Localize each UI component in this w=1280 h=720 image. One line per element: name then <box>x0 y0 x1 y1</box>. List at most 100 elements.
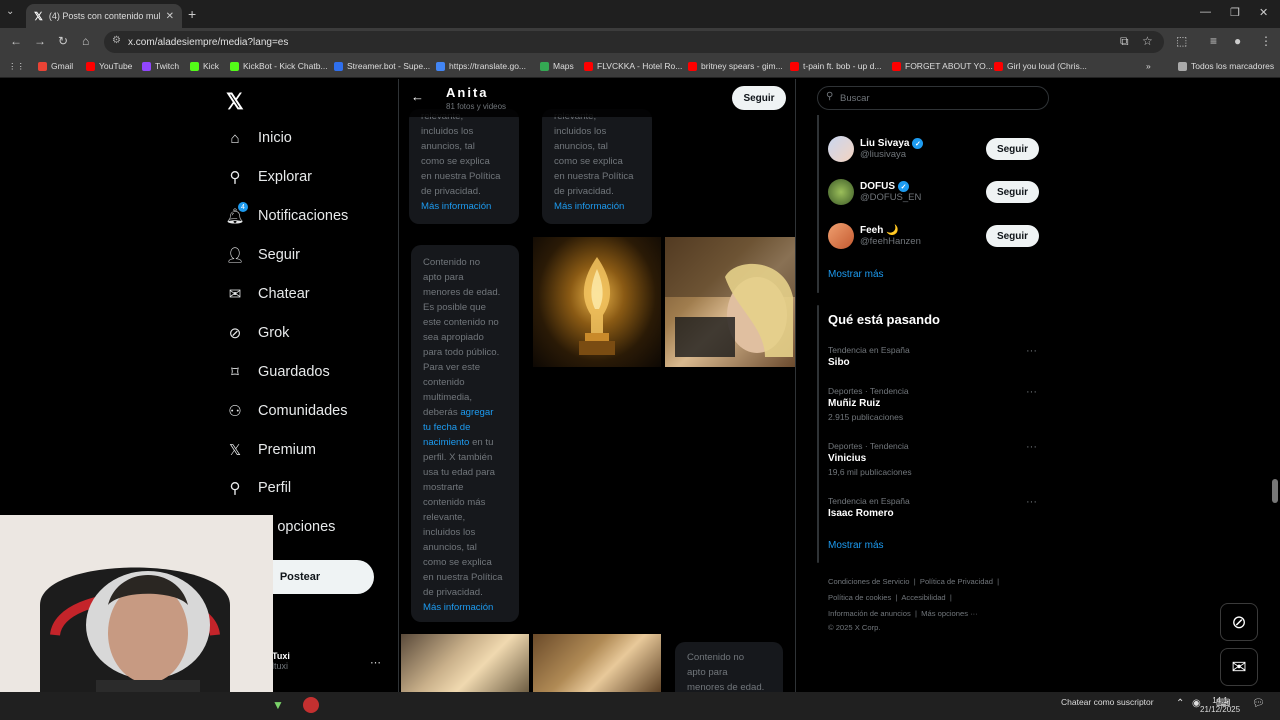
bookmark-streamerbot[interactable]: Streamer.bot - Supe... <box>334 61 430 71</box>
nav-guardados[interactable]: ⌑ Guardados <box>226 363 330 381</box>
home-browser-icon[interactable]: ⌂ <box>82 34 89 48</box>
more-info-link[interactable]: Más información <box>421 199 507 214</box>
footer-link[interactable]: Política de cookies <box>828 593 891 602</box>
bookmark-maps[interactable]: Maps <box>540 61 574 71</box>
back-icon[interactable]: ← <box>10 34 22 48</box>
menu-icon[interactable]: ⋮ <box>1260 34 1272 48</box>
more-info-link[interactable]: Más información <box>554 199 640 214</box>
follow-button[interactable]: Seguir <box>732 86 786 110</box>
bookmark-gmail[interactable]: Gmail <box>38 61 73 71</box>
close-tab-icon[interactable]: ✕ <box>166 11 174 22</box>
bookmarks-overflow-icon[interactable]: » <box>1146 61 1151 71</box>
suggestion-liu[interactable]: Liu Sivaya ✓ @liusivaya <box>828 136 924 162</box>
messages-fab-icon[interactable]: ✉ <box>1220 648 1258 686</box>
apps-icon[interactable]: ⋮⋮ <box>8 61 25 72</box>
bookmark-kickbot[interactable]: KickBot - Kick Chatb... <box>230 61 328 71</box>
footer-link[interactable]: Condiciones de Servicio <box>828 577 909 586</box>
nav-grok[interactable]: ⊘ Grok <box>226 324 290 342</box>
star-icon[interactable]: ☆ <box>1142 34 1153 48</box>
media-thumbnail-photo[interactable] <box>533 634 661 692</box>
app-icon[interactable]: ▼ <box>272 698 284 712</box>
obs-icon[interactable] <box>303 697 319 713</box>
x-logo-icon[interactable]: 𝕏 <box>226 89 244 115</box>
search-input[interactable]: ⚲ Buscar <box>817 86 1049 110</box>
media-thumbnail-trophy[interactable] <box>533 237 661 367</box>
bookmark-youtube[interactable]: YouTube <box>86 61 132 71</box>
follow-button[interactable]: Seguir <box>986 138 1039 160</box>
all-bookmarks[interactable]: Todos los marcadores <box>1178 61 1274 71</box>
nav-perfil[interactable]: ⚲ Perfil <box>226 479 292 497</box>
tray-icon[interactable]: ⌃ <box>1176 698 1184 709</box>
extensions-icon[interactable]: ⬚ <box>1176 34 1187 48</box>
nav-premium[interactable]: 𝕏 Premium <box>226 441 316 459</box>
grok-fab-icon[interactable]: ⊘ <box>1220 603 1258 641</box>
nav-inicio[interactable]: ⌂ Inicio <box>226 129 291 147</box>
account-switcher[interactable]: Tuxi ltuxi <box>272 651 290 671</box>
nav-seguir[interactable]: 👤︎ Seguir <box>225 246 299 264</box>
install-icon[interactable]: ⧉ <box>1120 34 1129 49</box>
nsfw-text: de privacidad. <box>423 587 483 598</box>
media-thumbnail-photo[interactable] <box>401 634 529 692</box>
trend-item[interactable]: Tendencia en España Isaac Romero <box>828 496 910 519</box>
bookmark-kick[interactable]: Kick <box>190 61 219 71</box>
media-icon[interactable]: ≡ <box>1210 34 1217 48</box>
media-thumbnail-photo[interactable] <box>665 237 795 367</box>
nsfw-text: para todo público. <box>423 347 500 358</box>
nav-chatear[interactable]: ✉ Chatear <box>226 285 310 303</box>
kick-icon <box>190 61 199 71</box>
nav-notificaciones[interactable]: 🔔︎ 4 Notificaciones <box>225 202 348 225</box>
trend-item[interactable]: Deportes · Tendencia Vinicius 19,6 mil p… <box>828 441 912 477</box>
forward-icon[interactable]: → <box>34 34 46 48</box>
close-window-icon[interactable]: ✕ <box>1259 6 1268 19</box>
bookmark-girl[interactable]: Girl you loud (Chris... <box>994 61 1087 71</box>
address-bar[interactable]: ⚙ x.com/aladesiempre/media?lang=es <box>104 31 1164 53</box>
minimize-icon[interactable]: — <box>1200 6 1211 18</box>
bookmark-britney[interactable]: britney spears - gim... <box>688 61 783 71</box>
footer-link[interactable]: Información de anuncios <box>828 609 911 618</box>
tab-search-icon[interactable]: ⌄ <box>6 6 14 17</box>
clock[interactable]: 14:1 21/12/2025 <box>1200 696 1240 714</box>
maximize-icon[interactable]: ❐ <box>1230 6 1240 19</box>
more-info-link[interactable]: Más información <box>423 600 507 615</box>
new-tab-icon[interactable]: + <box>188 6 196 22</box>
nsfw-text: deberás <box>423 407 458 418</box>
add-birthdate-link[interactable]: tu fecha de <box>423 420 507 435</box>
nsfw-text: en nuestra Política <box>554 171 634 182</box>
suggestion-dofus[interactable]: DOFUS ✓ @DOFUS_EN <box>828 179 921 205</box>
show-more-link[interactable]: Mostrar más <box>828 540 884 551</box>
notifications-tray-icon[interactable]: 💬︎ <box>1252 698 1265 709</box>
bookmark-forget[interactable]: FORGET ABOUT YO... <box>892 61 993 71</box>
follow-button[interactable]: Seguir <box>986 225 1039 247</box>
back-arrow-icon[interactable]: ← <box>411 89 424 104</box>
trend-more-icon[interactable]: ··· <box>1026 386 1037 398</box>
nav-comunidades[interactable]: ⚇ Comunidades <box>226 402 347 420</box>
footer-link[interactable]: Accesibilidad <box>901 593 945 602</box>
chat-as-subscriber[interactable]: Chatear como suscriptor <box>1055 692 1165 712</box>
reload-icon[interactable]: ↻ <box>58 34 68 48</box>
add-birthdate-link[interactable]: nacimiento <box>423 437 469 448</box>
suggestion-feeh[interactable]: Feeh 🌙 @feehHanzen <box>828 223 921 249</box>
trend-more-icon[interactable]: ··· <box>1026 441 1037 453</box>
trend-item[interactable]: Tendencia en España Sibo <box>828 345 910 368</box>
trend-more-icon[interactable]: ··· <box>1026 496 1037 508</box>
nsfw-text: en tu <box>472 437 494 448</box>
show-more-link[interactable]: Mostrar más <box>828 269 884 280</box>
bookmark-twitch[interactable]: Twitch <box>142 61 179 71</box>
bookmark-tpain[interactable]: t-pain ft. bob - up d... <box>790 61 881 71</box>
active-tab[interactable]: 𝕏 (4) Posts con contenido multim ✕ <box>26 4 182 28</box>
bookmark-translate[interactable]: https://translate.go... <box>436 61 526 71</box>
trend-more-icon[interactable]: ··· <box>1026 345 1037 357</box>
follow-button[interactable]: Seguir <box>986 181 1039 203</box>
site-info-icon[interactable]: ⚙ <box>112 35 121 46</box>
add-birthdate-link[interactable]: agregar <box>460 407 493 418</box>
scrollbar-thumb[interactable] <box>1272 479 1278 503</box>
nsfw-text: usa tu edad para <box>423 467 496 478</box>
bookmark-flvckka[interactable]: FLVCKKA - Hotel Ro... <box>584 61 682 71</box>
nav-explorar[interactable]: ⚲ Explorar <box>226 168 313 186</box>
account-more-icon[interactable]: ⋯ <box>370 656 381 669</box>
footer-link[interactable]: Política de Privacidad <box>920 577 993 586</box>
profile-icon[interactable]: ● <box>1234 34 1241 48</box>
nsfw-text: mostrarte <box>423 482 464 493</box>
trend-item[interactable]: Deportes · Tendencia Muñiz Ruiz 2.915 pu… <box>828 386 909 422</box>
footer-link[interactable]: Más opciones ··· <box>921 609 978 618</box>
